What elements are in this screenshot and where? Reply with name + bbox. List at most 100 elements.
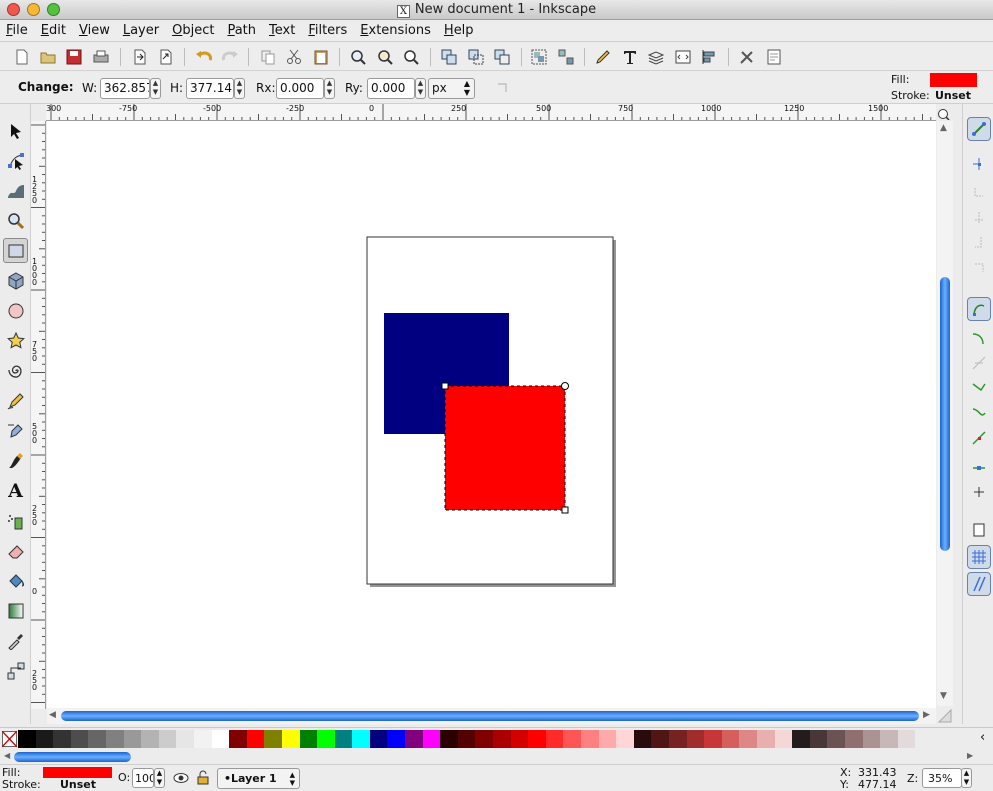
status-stroke-value[interactable]: Unset bbox=[60, 778, 96, 791]
palette-swatch[interactable] bbox=[739, 730, 757, 748]
ry-stepper[interactable]: ▲ ▼ bbox=[415, 78, 426, 99]
zoom-drawing-icon[interactable] bbox=[377, 49, 393, 65]
palette-swatch[interactable] bbox=[510, 730, 529, 748]
reset-corners-icon[interactable] bbox=[496, 82, 510, 94]
menu-edit[interactable]: Edit bbox=[41, 23, 66, 38]
menu-extensions[interactable]: Extensions bbox=[360, 23, 431, 38]
snap-object-midpoints-toggle[interactable] bbox=[967, 452, 991, 476]
palette-swatch[interactable] bbox=[756, 730, 775, 748]
horizontal-scrollbar[interactable]: ◀ ▶ bbox=[47, 708, 936, 724]
unit-select[interactable]: px ▲ ▼ bbox=[428, 78, 475, 99]
scroll-up-icon[interactable]: ▲ bbox=[940, 123, 947, 133]
palette-swatch[interactable] bbox=[633, 730, 652, 748]
palette-swatch[interactable] bbox=[475, 730, 494, 748]
undo-icon[interactable] bbox=[196, 49, 212, 65]
palette-swatch[interactable] bbox=[897, 730, 916, 748]
tweak-tool[interactable] bbox=[3, 178, 28, 203]
horizontal-ruler[interactable]: 300 -750 -500 -250 0 250 500 750 1000 12… bbox=[46, 104, 936, 121]
palette-swatch[interactable] bbox=[123, 730, 142, 748]
palette-swatch[interactable] bbox=[616, 730, 634, 748]
cut-icon[interactable] bbox=[286, 49, 302, 65]
corner-handle-top-left[interactable] bbox=[441, 382, 449, 390]
palette-swatch[interactable] bbox=[528, 730, 546, 748]
connector-tool[interactable] bbox=[3, 658, 28, 683]
snap-bbox-toggle[interactable] bbox=[967, 152, 991, 176]
zoom-corner-icon[interactable] bbox=[937, 108, 951, 121]
palette-swatch[interactable] bbox=[229, 730, 247, 748]
fill-indicator-swatch[interactable] bbox=[930, 73, 977, 87]
palette-scroll-thumb[interactable] bbox=[14, 752, 131, 762]
palette-swatch[interactable] bbox=[809, 730, 828, 748]
status-fill-swatch[interactable] bbox=[43, 767, 112, 778]
palette-swatch[interactable] bbox=[721, 730, 740, 748]
palette-swatch[interactable] bbox=[668, 730, 687, 748]
pen-tool[interactable] bbox=[3, 418, 28, 443]
snap-bbox-edge-toggle[interactable] bbox=[967, 180, 991, 204]
document-properties-icon[interactable] bbox=[766, 49, 782, 65]
snap-line-midpoints-toggle[interactable] bbox=[967, 426, 991, 450]
layers-icon[interactable] bbox=[648, 49, 664, 65]
snap-smooth-nodes-toggle[interactable] bbox=[967, 401, 991, 425]
palette-swatch[interactable] bbox=[862, 730, 881, 748]
star-tool[interactable] bbox=[3, 328, 28, 353]
menu-view[interactable]: View bbox=[79, 23, 110, 38]
snap-bbox-corner-toggle[interactable] bbox=[967, 206, 991, 230]
red-rectangle[interactable] bbox=[445, 386, 565, 510]
height-stepper[interactable]: ▲ ▼ bbox=[234, 78, 245, 99]
preferences-icon[interactable] bbox=[739, 49, 755, 65]
export-icon[interactable] bbox=[158, 49, 174, 65]
snap-rotation-centers-toggle[interactable] bbox=[967, 480, 991, 504]
palette-swatch[interactable] bbox=[651, 730, 669, 748]
layer-visibility-eye-icon[interactable] bbox=[173, 771, 189, 785]
snap-paths-toggle[interactable] bbox=[967, 326, 991, 350]
ry-input[interactable]: 0.000 bbox=[367, 78, 415, 99]
menu-text[interactable]: Text bbox=[269, 23, 295, 38]
ungroup-icon[interactable] bbox=[558, 49, 574, 65]
snap-bbox-center-toggle[interactable] bbox=[967, 256, 991, 280]
snap-path-intersection-toggle[interactable] bbox=[967, 351, 991, 375]
palette-swatch[interactable] bbox=[598, 730, 617, 748]
menu-help[interactable]: Help bbox=[444, 23, 474, 38]
clone-icon[interactable] bbox=[468, 49, 484, 65]
menu-file[interactable]: File bbox=[6, 23, 28, 38]
palette-swatch[interactable] bbox=[545, 730, 564, 748]
width-stepper[interactable]: ▲ ▼ bbox=[150, 78, 161, 99]
palette-swatch[interactable] bbox=[493, 730, 511, 748]
palette-swatch[interactable] bbox=[369, 730, 388, 748]
zoom-tool[interactable] bbox=[3, 208, 28, 233]
palette-swatch[interactable] bbox=[158, 730, 177, 748]
palette-swatch[interactable] bbox=[844, 730, 863, 748]
snap-cusp-nodes-toggle[interactable] bbox=[967, 376, 991, 400]
snap-guides-toggle[interactable] bbox=[967, 572, 991, 596]
pencil-tool[interactable] bbox=[3, 388, 28, 413]
palette-swatch[interactable] bbox=[211, 730, 230, 748]
palette-swatch[interactable] bbox=[405, 730, 423, 748]
horizontal-scroll-thumb[interactable] bbox=[61, 711, 919, 721]
open-icon[interactable] bbox=[40, 49, 56, 65]
calligraphy-tool[interactable] bbox=[3, 448, 28, 473]
snap-nodes-toggle[interactable] bbox=[967, 297, 991, 321]
palette-swatch[interactable] bbox=[317, 730, 335, 748]
width-input[interactable]: 362.857 bbox=[100, 78, 150, 99]
rectangle-tool[interactable] bbox=[3, 238, 28, 263]
palette-swatch[interactable] bbox=[581, 730, 599, 748]
palette-swatch[interactable] bbox=[141, 730, 159, 748]
menu-layer[interactable]: Layer bbox=[123, 23, 159, 38]
eraser-tool[interactable] bbox=[3, 538, 28, 563]
palette-swatch[interactable] bbox=[105, 730, 124, 748]
palette-swatch[interactable] bbox=[299, 730, 318, 748]
import-icon[interactable] bbox=[132, 49, 148, 65]
text-font-icon[interactable] bbox=[622, 49, 638, 65]
group-icon[interactable] bbox=[531, 49, 547, 65]
opacity-stepper[interactable]: ▲ ▼ bbox=[154, 768, 165, 788]
layer-lock-icon[interactable] bbox=[197, 770, 209, 785]
palette-swatch[interactable] bbox=[334, 730, 353, 748]
zoom-stepper[interactable]: ▲ ▼ bbox=[961, 768, 972, 788]
menu-path[interactable]: Path bbox=[227, 23, 256, 38]
palette-swatch[interactable] bbox=[792, 730, 810, 748]
zoom-selection-icon[interactable] bbox=[350, 49, 366, 65]
spray-tool[interactable] bbox=[3, 508, 28, 533]
text-tool[interactable]: A bbox=[3, 478, 28, 503]
paint-bucket-tool[interactable] bbox=[3, 568, 28, 593]
dropper-tool[interactable] bbox=[3, 628, 28, 653]
